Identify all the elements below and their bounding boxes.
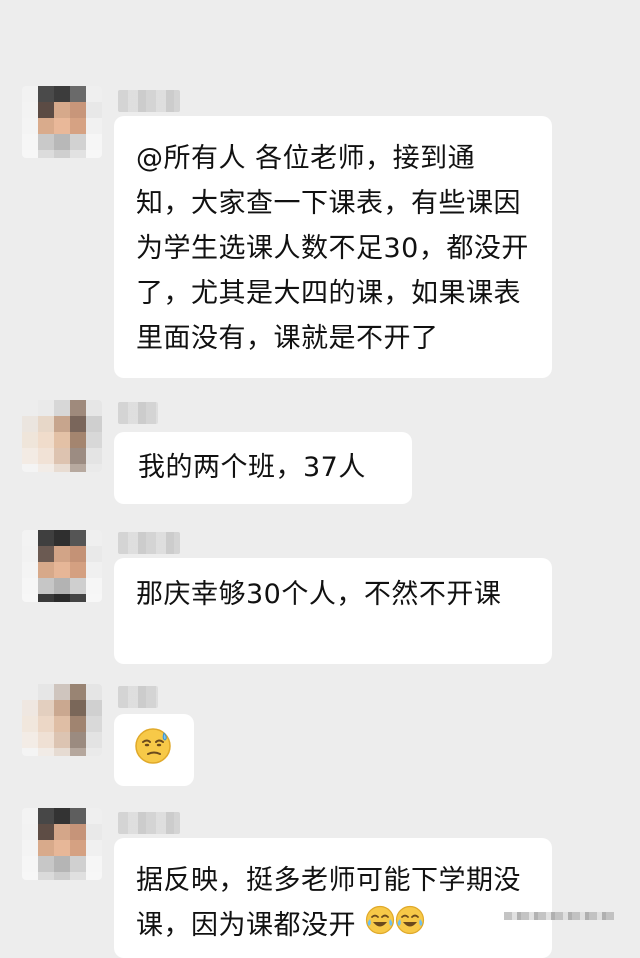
avatar[interactable] [22,400,102,472]
sender-name-blurred [118,812,180,834]
message-bubble[interactable]: 那庆幸够30个人，不然不开课 [114,558,552,664]
message-text: 我的两个班，37人 [138,452,366,483]
message-text: 那庆幸够30个人，不然不开课 [136,579,502,610]
avatar[interactable] [22,808,102,880]
crying-laughing-emoji [365,904,395,949]
avatar[interactable] [22,530,102,602]
sender-name-blurred [118,90,180,112]
message-bubble[interactable]: @所有人 各位老师，接到通知，大家查一下课表，有些课因为学生选课人数不足30，都… [114,116,552,378]
sender-name-blurred [118,532,180,554]
crying-laughing-emoji [395,904,425,949]
avatar[interactable] [22,86,102,158]
message-text: 据反映，挺多老师可能下学期没课，因为课都没开 [136,865,521,941]
sender-name-blurred [118,402,158,424]
chat-window: @所有人 各位老师，接到通知，大家查一下课表，有些课因为学生选课人数不足30，都… [0,0,640,958]
watermark [504,912,614,920]
message-bubble[interactable] [114,714,194,786]
message-text: @所有人 各位老师，接到通知，大家查一下课表，有些课因为学生选课人数不足30，都… [136,143,529,354]
sender-name-blurred [118,686,158,708]
message-bubble[interactable]: 我的两个班，37人 [114,432,412,504]
message-bubble[interactable]: 据反映，挺多老师可能下学期没课，因为课都没开 [114,838,552,958]
avatar[interactable] [22,684,102,756]
smirking-sweat-face-emoji [134,727,172,779]
